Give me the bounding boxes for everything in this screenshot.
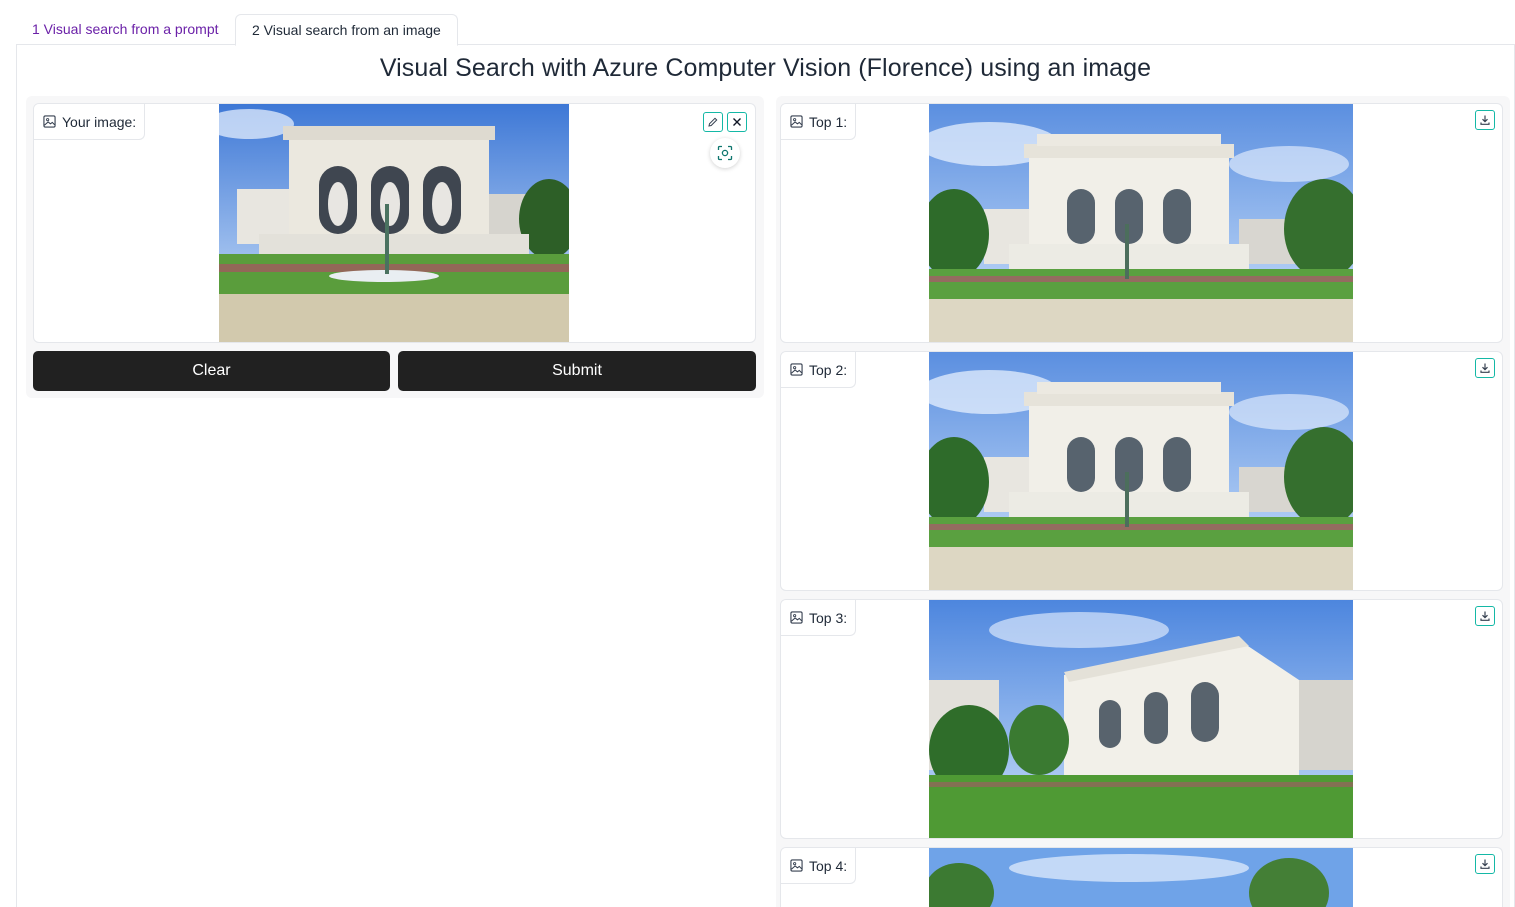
remove-image-button[interactable] <box>727 112 747 132</box>
result-label: Top 1: <box>781 104 857 140</box>
result-top-3: Top 3: <box>780 599 1503 839</box>
download-button[interactable] <box>1475 358 1495 378</box>
submit-button[interactable]: Submit <box>398 351 756 391</box>
download-button[interactable] <box>1475 854 1495 874</box>
result-image <box>929 352 1353 590</box>
tab-visual-search-image[interactable]: 2 Visual search from an image <box>235 14 458 46</box>
download-icon <box>1479 610 1491 622</box>
image-icon <box>43 115 56 128</box>
result-image <box>929 848 1353 907</box>
image-icon <box>790 859 803 872</box>
image-icon <box>790 611 803 624</box>
result-label: Top 3: <box>781 600 857 636</box>
image-icon <box>790 363 803 376</box>
result-top-2: Top 2: <box>780 351 1503 591</box>
result-label: Top 2: <box>781 352 857 388</box>
focus-button[interactable] <box>710 138 740 168</box>
input-image-label-text: Your image: <box>62 113 137 130</box>
close-icon <box>733 118 741 126</box>
download-icon <box>1479 858 1491 870</box>
input-image <box>219 104 569 342</box>
tab-visual-search-prompt[interactable]: 1 Visual search from a prompt <box>16 14 235 45</box>
download-button[interactable] <box>1475 110 1495 130</box>
result-label-text: Top 1: <box>809 113 848 130</box>
result-top-4: Top 4: <box>780 847 1503 907</box>
download-button[interactable] <box>1475 606 1495 626</box>
download-icon <box>1479 114 1491 126</box>
page-title: Visual Search with Azure Computer Vision… <box>379 54 1152 82</box>
pencil-icon <box>708 117 718 127</box>
input-image-box[interactable]: Your image: <box>33 103 756 343</box>
result-top-1: Top 1: <box>780 103 1503 343</box>
input-image-label: Your image: <box>34 104 146 140</box>
tab-bar: 1 Visual search from a prompt 2 Visual s… <box>16 14 1515 46</box>
download-icon <box>1479 362 1491 374</box>
clear-button[interactable]: Clear <box>33 351 390 391</box>
focus-icon <box>717 145 733 161</box>
result-label-text: Top 2: <box>809 361 848 378</box>
result-label-text: Top 3: <box>809 609 848 626</box>
result-label-text: Top 4: <box>809 857 848 874</box>
result-label: Top 4: <box>781 848 857 884</box>
result-image <box>929 104 1353 342</box>
result-image <box>929 600 1353 838</box>
image-icon <box>790 115 803 128</box>
edit-button[interactable] <box>703 112 723 132</box>
